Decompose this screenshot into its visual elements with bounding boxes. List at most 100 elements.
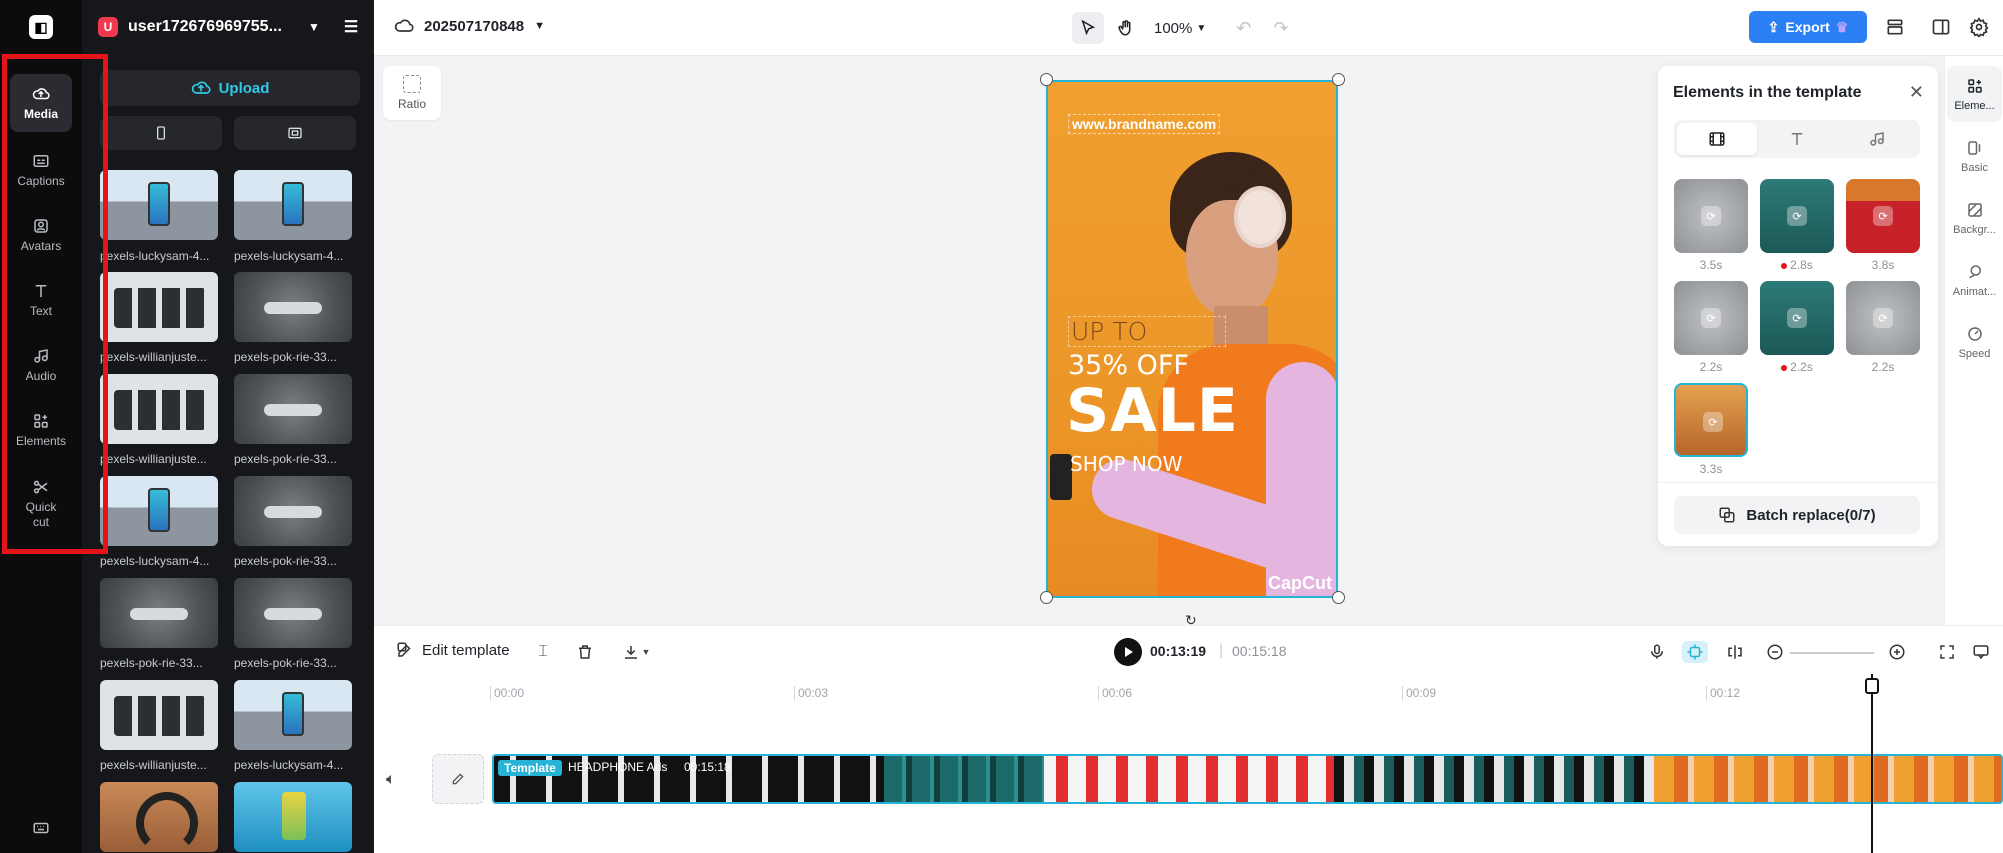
tab-video[interactable]: [1677, 123, 1757, 155]
replace-icon: ⟳: [1787, 308, 1807, 328]
element-card[interactable]: ⟳: [1846, 281, 1920, 355]
media-thumb[interactable]: [234, 578, 352, 648]
split-view-button[interactable]: [1930, 16, 1952, 38]
media-thumb[interactable]: [100, 272, 218, 342]
select-tool-button[interactable]: [1072, 12, 1104, 44]
right-tab-basic[interactable]: Basic: [1947, 128, 2002, 184]
resize-handle[interactable]: [1040, 73, 1053, 86]
rail-item-quick-cut[interactable]: Quick cut: [10, 470, 72, 538]
tab-audio[interactable]: [1837, 123, 1917, 155]
resize-handle[interactable]: [1040, 591, 1053, 604]
rail-label: Media: [23, 106, 58, 121]
promo-up-to-text[interactable]: UP TO: [1068, 316, 1226, 347]
canvas-preview[interactable]: www.brandname.com UP TO 35% OFF SALE SHO…: [1046, 80, 1338, 598]
layers-button[interactable]: [1884, 16, 1906, 38]
media-thumb[interactable]: [100, 374, 218, 444]
settings-button[interactable]: [1968, 16, 1990, 38]
rail-item-captions[interactable]: Captions: [10, 141, 72, 199]
download-button[interactable]: ▼: [616, 641, 656, 663]
batch-replace-button[interactable]: Batch replace(0/7): [1674, 496, 1920, 534]
resize-handle[interactable]: [1332, 73, 1345, 86]
element-card[interactable]: ⟳: [1674, 383, 1748, 457]
resize-handle[interactable]: [1332, 591, 1345, 604]
elements-panel-title: Elements in the template: [1673, 84, 1862, 101]
fullscreen-button[interactable]: [1936, 641, 1958, 663]
media-label: pexels-luckysam-4...: [234, 249, 344, 263]
record-button[interactable]: [1646, 641, 1668, 663]
undo-icon[interactable]: ↶: [1236, 18, 1251, 39]
edit-template-button[interactable]: Edit template: [396, 641, 510, 659]
sort-icon[interactable]: ☰: [344, 17, 358, 37]
right-tab-elements[interactable]: Eleme...: [1947, 66, 2002, 122]
cover-edit-button[interactable]: [432, 754, 484, 804]
playhead[interactable]: [1871, 674, 1873, 853]
right-tab-animation[interactable]: Animat...: [1947, 252, 2002, 308]
promo-sale-text[interactable]: SALE: [1066, 376, 1239, 446]
promo-cta-text[interactable]: SHOP NOW: [1070, 452, 1182, 476]
media-label: pexels-pok-rie-33...: [234, 452, 337, 466]
ratio-button[interactable]: Ratio: [383, 66, 441, 120]
download-icon: [624, 646, 637, 659]
media-thumb[interactable]: [100, 578, 218, 648]
zoom-in-icon: [1889, 644, 1905, 660]
element-card[interactable]: ⟳: [1760, 281, 1834, 355]
magnet-snap-button[interactable]: [1682, 641, 1708, 663]
media-thumb[interactable]: [100, 782, 218, 852]
project-title[interactable]: 202507170848 ▼: [394, 16, 545, 36]
media-thumb[interactable]: [234, 476, 352, 546]
split-icon: ⌶: [538, 643, 548, 660]
upload-button[interactable]: Upload: [100, 70, 360, 106]
zoom-out-button[interactable]: [1764, 641, 1786, 663]
export-button[interactable]: ⇪ Export ♛: [1749, 11, 1867, 43]
close-icon[interactable]: ✕: [1909, 82, 1924, 103]
play-button[interactable]: [1114, 638, 1142, 666]
media-thumb[interactable]: [100, 680, 218, 750]
split-preview-button[interactable]: [1724, 641, 1746, 663]
element-card[interactable]: ⟳: [1760, 179, 1834, 253]
zoom-select[interactable]: 100% ▼: [1154, 20, 1206, 37]
rail-item-media[interactable]: Media: [10, 74, 72, 132]
clip-segment: [1654, 756, 2001, 802]
media-thumb[interactable]: [100, 170, 218, 240]
element-card[interactable]: ⟳: [1674, 281, 1748, 355]
media-thumb[interactable]: [234, 374, 352, 444]
rail-item-text[interactable]: Text: [10, 271, 72, 329]
media-thumb[interactable]: [234, 170, 352, 240]
right-tab-speed[interactable]: Speed: [1947, 314, 2002, 370]
brand-url-text[interactable]: www.brandname.com: [1068, 114, 1221, 134]
zoom-in-button[interactable]: [1886, 641, 1908, 663]
zoom-slider[interactable]: [1790, 652, 1874, 654]
crown-icon: ♛: [1835, 18, 1849, 35]
media-thumb[interactable]: [100, 476, 218, 546]
rail-item-avatars[interactable]: Avatars: [10, 206, 72, 264]
speaker-icon[interactable]: 🔈︎: [386, 771, 396, 789]
media-thumb[interactable]: [234, 782, 352, 852]
right-tab-label: Basic: [1961, 161, 1988, 174]
right-tab-background[interactable]: Backgr...: [1947, 190, 2002, 246]
user-badge: U: [98, 17, 118, 37]
hand-icon: [1118, 20, 1131, 36]
desktop-device-button[interactable]: [234, 116, 356, 150]
keyboard-shortcuts-button[interactable]: [10, 812, 72, 844]
time-separator: |: [1219, 642, 1224, 659]
phone-device-button[interactable]: [100, 116, 222, 150]
tab-text[interactable]: [1757, 123, 1837, 155]
rail-item-elements[interactable]: Elements: [10, 401, 72, 459]
workspace-switcher[interactable]: U user172676969755... ▼ ☰: [98, 14, 362, 40]
feedback-button[interactable]: [1970, 641, 1992, 663]
element-card[interactable]: ⟳: [1846, 179, 1920, 253]
split-button[interactable]: ⌶: [532, 641, 554, 663]
playhead-handle[interactable]: [1865, 678, 1879, 694]
delete-button[interactable]: [574, 641, 596, 663]
chevron-down-icon: ▼: [534, 20, 545, 32]
redo-icon[interactable]: ↷: [1273, 18, 1288, 39]
fullscreen-icon: [1940, 645, 1954, 659]
capcut-logo-icon[interactable]: ◧: [29, 15, 53, 39]
element-card[interactable]: ⟳: [1674, 179, 1748, 253]
clip-segment: [1334, 756, 1654, 802]
media-thumb[interactable]: [234, 272, 352, 342]
rail-item-audio[interactable]: Audio: [10, 336, 72, 394]
hand-tool-button[interactable]: [1110, 12, 1142, 44]
media-thumb[interactable]: [234, 680, 352, 750]
template-clip[interactable]: Template HEADPHONE Ads 00:15:18: [492, 754, 2003, 804]
